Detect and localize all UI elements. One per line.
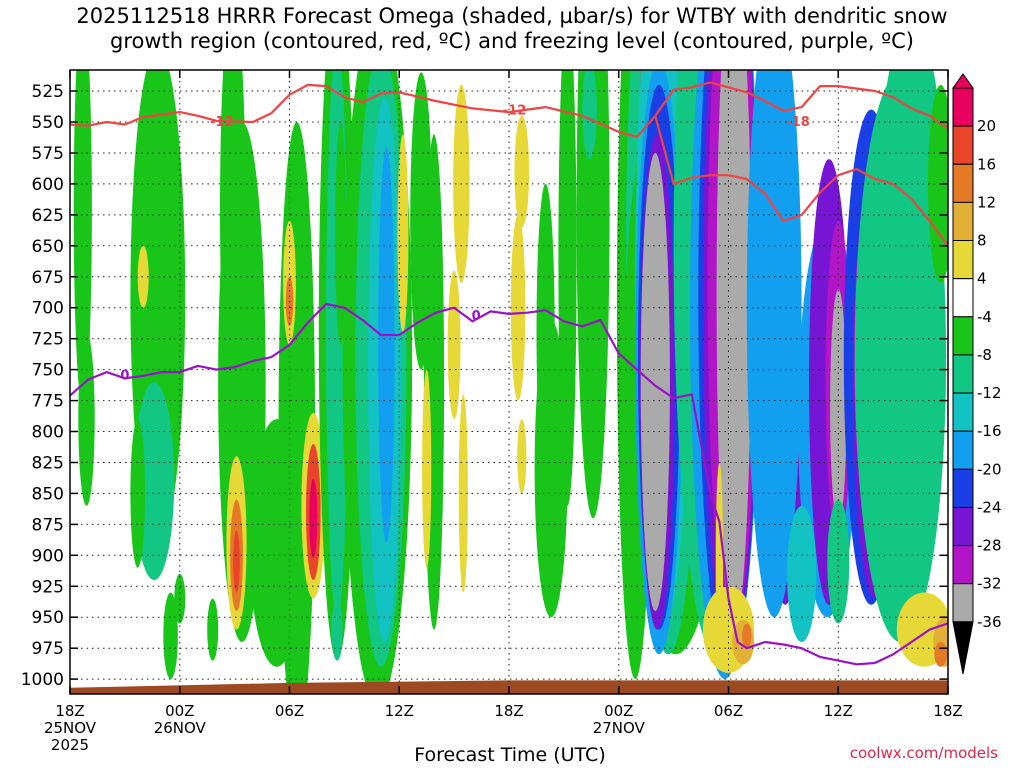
y-tick-label: 975 [32, 639, 64, 659]
omega-region [207, 598, 219, 661]
colorbar-swatch [952, 468, 974, 508]
colorbar-swatch [952, 507, 974, 547]
x-tick-label: 06Z [714, 702, 743, 720]
colorbar-swatch [952, 240, 974, 280]
y-tick-label: 875 [32, 515, 64, 535]
x-tick-label: 12Z [824, 702, 853, 720]
omega-region [78, 332, 95, 506]
x-tick-label: 06Z [275, 702, 304, 720]
y-tick-label: 800 [32, 423, 64, 443]
colorbar-label: 12 [977, 193, 996, 211]
y-tick-label: 675 [32, 268, 64, 288]
y-tick-label: 725 [32, 330, 64, 350]
colorbar-label: -32 [977, 575, 1002, 593]
x-tick-label: 26NOV [154, 719, 207, 737]
colorbar-swatch [952, 545, 974, 585]
colorbar-label: 20 [977, 117, 996, 135]
colorbar-label: -4 [977, 308, 992, 326]
omega-region [640, 153, 670, 611]
x-axis-label: Forecast Time (UTC) [414, 744, 606, 766]
colorbar-label: -28 [977, 537, 1002, 555]
colorbar-label: 16 [977, 155, 996, 173]
colorbar-swatch [952, 201, 974, 241]
x-tick-label: 18Z [55, 702, 84, 720]
y-tick-label: 600 [32, 175, 64, 195]
omega-time-height-chart: -12 -12 -18 0 0 525 550 575 600 625 650 675 700 725 7… [21, 69, 1002, 754]
colorbar-swatch [952, 392, 974, 432]
y-tick-label: 925 [32, 577, 64, 597]
omega-region [447, 270, 461, 420]
y-tick-label: 575 [32, 144, 64, 164]
omega-region [787, 505, 817, 642]
x-tick-label: 27NOV [593, 719, 646, 737]
y-tick-label: 900 [32, 546, 64, 566]
y-tick-label: 825 [32, 454, 64, 474]
y-tick-label: 1000 [21, 670, 64, 690]
omega-region [742, 623, 752, 649]
colorbar-label: -20 [977, 460, 1002, 478]
omega-region [378, 146, 395, 543]
x-tick-label: 00Z [165, 702, 194, 720]
freezing-level-label: 0 [472, 309, 481, 324]
y-tick-label: 750 [32, 361, 64, 381]
x-tick-label: 18Z [933, 702, 962, 720]
omega-region [582, 70, 597, 160]
colorbar-swatch [952, 583, 974, 623]
colorbar-label: 8 [977, 232, 987, 250]
omega-region [422, 369, 432, 568]
colorbar-swatch [952, 430, 974, 470]
x-tick-label: 2025 [51, 736, 89, 754]
omega-region [934, 642, 948, 667]
colorbar-swatch [952, 87, 974, 127]
colorbar-cap [952, 621, 974, 675]
colorbar-label: -16 [977, 422, 1002, 440]
y-tick-label: 700 [32, 299, 64, 319]
dgz-contour-label: -12 [503, 104, 527, 119]
omega-region [233, 530, 240, 593]
colorbar-label: -8 [977, 346, 992, 364]
colorbar-swatch [952, 278, 974, 318]
x-tick-label: 00Z [604, 702, 633, 720]
freezing-level-label: 0 [120, 369, 129, 384]
omega-region [514, 115, 530, 228]
omega-region [517, 419, 527, 494]
x-tick-label: 12Z [385, 702, 414, 720]
x-tick-label: 18Z [494, 702, 523, 720]
colorbar-swatch [952, 125, 974, 165]
colorbar-label: -12 [977, 384, 1002, 402]
colorbar-label: 4 [977, 270, 987, 288]
credit-text: coolwx.com/models [849, 744, 998, 762]
dgz-contour-label: -12 [210, 115, 234, 130]
dgz-contour-label: -18 [786, 115, 810, 130]
y-tick-label: 525 [32, 82, 64, 102]
colorbar-swatch [952, 163, 974, 203]
y-tick-label: 625 [32, 206, 64, 226]
colorbar: 20 16 12 8 4 -4 -8 -12 -16 -20 -24 -28 -32 -36 [952, 73, 1002, 675]
omega-region [558, 70, 577, 506]
x-tick-label: 25NOV [44, 719, 97, 737]
y-tick-label: 950 [32, 608, 64, 628]
colorbar-cap [952, 73, 974, 89]
y-tick-label: 850 [32, 484, 64, 504]
omega-region [510, 214, 526, 401]
colorbar-swatch [952, 316, 974, 356]
colorbar-label: -24 [977, 499, 1002, 517]
omega-region [331, 598, 343, 661]
omega-region [220, 70, 246, 420]
colorbar-label: -36 [977, 613, 1002, 631]
y-tick-label: 550 [32, 113, 64, 133]
colorbar-swatch [952, 354, 974, 394]
y-tick-label: 650 [32, 237, 64, 257]
omega-region [309, 478, 318, 558]
y-tick-label: 775 [32, 392, 64, 412]
